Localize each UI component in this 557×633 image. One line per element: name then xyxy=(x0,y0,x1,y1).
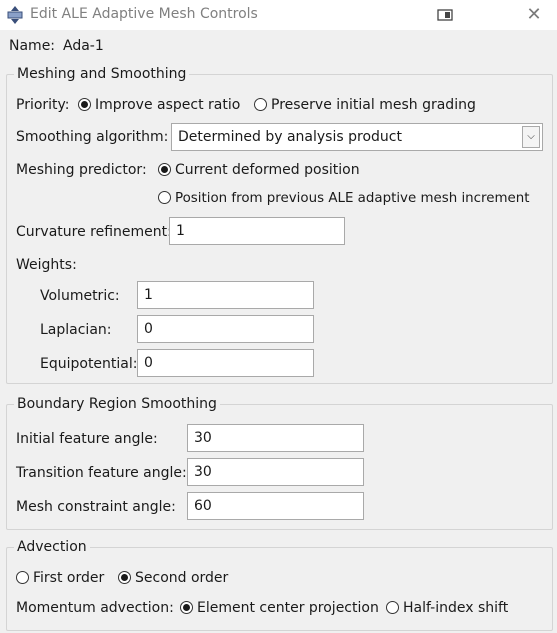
priority-option-aspect[interactable]: Improve aspect ratio xyxy=(78,97,240,113)
mesh-constraint-angle-input[interactable]: 60 xyxy=(187,492,364,520)
radio-icon[interactable] xyxy=(386,601,399,614)
dropdown-arrow-icon[interactable]: ⌵ xyxy=(522,126,540,148)
title-bar: Edit ALE Adaptive Mesh Controls ✕ xyxy=(0,0,557,30)
advection-legend: Advection xyxy=(17,539,87,555)
initial-feature-angle-input[interactable]: 30 xyxy=(187,424,364,452)
initial-feature-angle-label: Initial feature angle: xyxy=(16,431,158,447)
meshing-predictor-label: Meshing predictor: xyxy=(16,162,147,178)
radio-icon[interactable] xyxy=(118,571,131,584)
curvature-refinement-input[interactable]: 1 xyxy=(169,217,345,245)
volumetric-label: Volumetric: xyxy=(40,288,120,304)
window-title: Edit ALE Adaptive Mesh Controls xyxy=(30,6,258,22)
transition-feature-angle-input[interactable]: 30 xyxy=(187,458,364,486)
momentum-advection-label: Momentum advection: xyxy=(16,600,174,616)
radio-icon[interactable] xyxy=(180,601,193,614)
radio-icon[interactable] xyxy=(78,98,91,111)
equipotential-label: Equipotential: xyxy=(40,356,138,372)
curvature-refinement-label: Curvature refinement: xyxy=(16,224,172,240)
close-icon[interactable]: ✕ xyxy=(522,4,546,26)
mesh-constraint-angle-label: Mesh constraint angle: xyxy=(16,499,176,515)
smoothing-algorithm-label: Smoothing algorithm: xyxy=(16,129,169,145)
name-label: Name: xyxy=(9,38,56,54)
momentum-option-element-center[interactable]: Element center projection xyxy=(180,600,379,616)
priority-label: Priority: xyxy=(16,97,70,113)
radio-icon[interactable] xyxy=(158,191,171,204)
advection-option-first-order[interactable]: First order xyxy=(16,570,104,586)
laplacian-input[interactable]: 0 xyxy=(137,315,314,343)
app-mesh-icon xyxy=(7,6,23,24)
momentum-option-half-index[interactable]: Half-index shift xyxy=(386,600,508,616)
transition-feature-angle-label: Transition feature angle: xyxy=(16,465,187,481)
priority-option-grading[interactable]: Preserve initial mesh grading xyxy=(254,97,476,113)
smoothing-algorithm-select[interactable]: Determined by analysis product ⌵ xyxy=(171,123,543,151)
laplacian-label: Laplacian: xyxy=(40,322,112,338)
advection-option-second-order[interactable]: Second order xyxy=(118,570,228,586)
boundary-smoothing-legend: Boundary Region Smoothing xyxy=(17,396,217,412)
radio-icon[interactable] xyxy=(254,98,267,111)
radio-icon[interactable] xyxy=(16,571,29,584)
name-value: Ada-1 xyxy=(63,38,104,54)
weights-label: Weights: xyxy=(16,257,77,273)
restore-icon[interactable] xyxy=(432,6,458,24)
predictor-option-previous[interactable]: Position from previous ALE adaptive mesh… xyxy=(158,191,530,206)
meshing-smoothing-legend: Meshing and Smoothing xyxy=(17,66,187,82)
predictor-option-current[interactable]: Current deformed position xyxy=(158,162,360,178)
volumetric-input[interactable]: 1 xyxy=(137,281,314,309)
equipotential-input[interactable]: 0 xyxy=(137,349,314,377)
radio-icon[interactable] xyxy=(158,163,171,176)
